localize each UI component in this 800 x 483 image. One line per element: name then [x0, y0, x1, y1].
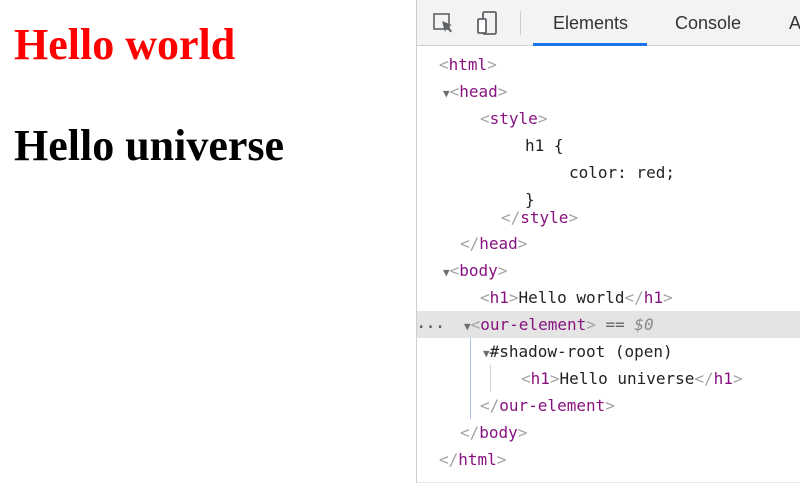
tag-our-element-open: <our-element>	[470, 315, 596, 334]
tree-row-style-close[interactable]: </style>	[417, 204, 800, 231]
tag-html-open: <html>	[439, 55, 497, 74]
tag-shadow-h1-close: </h1>	[694, 369, 743, 388]
shadow-root-label: #shadow-root (open)	[489, 342, 673, 361]
tree-row-body-close[interactable]: </body>	[417, 419, 800, 446]
tree-row-css-declaration[interactable]: color: red;	[417, 159, 800, 186]
heading-hello-universe: Hello universe	[14, 121, 285, 170]
expand-triangle-icon[interactable]: ▼	[443, 87, 450, 100]
tree-row-html[interactable]: <html>	[417, 51, 800, 78]
css-declaration: color: red;	[569, 163, 675, 182]
tree-row-head-close[interactable]: </head>	[417, 230, 800, 257]
expand-triangle-icon[interactable]: ▼	[464, 320, 471, 333]
selected-node-marker: == $0	[605, 315, 654, 334]
css-selector: h1 {	[525, 136, 564, 155]
expand-triangle-icon[interactable]: ▼	[483, 347, 490, 360]
tree-row-our-element-selected[interactable]: ... ▼<our-element> == $0	[417, 311, 800, 338]
inspect-element-icon[interactable]	[430, 9, 458, 37]
tree-row-shadow-h1[interactable]: <h1>Hello universe</h1>	[417, 365, 800, 392]
shadow-h1-text: Hello universe	[559, 369, 695, 388]
tag-h1-close: </h1>	[624, 288, 673, 307]
tag-body-close: </body>	[460, 423, 528, 442]
h1-text: Hello world	[518, 288, 625, 307]
device-toolbar-icon[interactable]	[474, 9, 502, 37]
tag-our-element-close: </our-element>	[480, 396, 615, 415]
tree-row-css-selector[interactable]: h1 {	[417, 132, 800, 159]
tag-h1-open: <h1>	[480, 288, 519, 307]
more-actions-icon[interactable]: ...	[417, 311, 444, 338]
tree-row-shadow-root[interactable]: ▼#shadow-root (open)	[417, 338, 800, 365]
devtools-panel: Elements Console A <html> ▼<head> <style…	[416, 0, 800, 483]
tag-html-close: </html>	[439, 450, 507, 469]
tree-row-head[interactable]: ▼<head>	[417, 78, 800, 105]
tag-head-close: </head>	[460, 234, 528, 253]
tag-head-open: <head>	[449, 82, 508, 101]
elements-tree: <html> ▼<head> <style> h1 { color: red; …	[417, 46, 800, 483]
tab-elements[interactable]: Elements	[532, 0, 648, 46]
devtools-toolbar: Elements Console A	[417, 0, 800, 46]
tree-row-h1[interactable]: <h1>Hello world</h1>	[417, 284, 800, 311]
tree-row-html-close[interactable]: </html>	[417, 446, 800, 473]
tab-overflow[interactable]: A	[789, 0, 800, 46]
tag-body-open: <body>	[449, 261, 508, 280]
tree-row-style[interactable]: <style>	[417, 105, 800, 132]
tag-style-close: </style>	[501, 208, 579, 227]
expand-triangle-icon[interactable]: ▼	[443, 266, 450, 279]
tag-style-open: <style>	[480, 109, 548, 128]
tab-console[interactable]: Console	[675, 0, 741, 46]
tree-row-our-element-close[interactable]: </our-element>	[417, 392, 800, 419]
tag-shadow-h1-open: <h1>	[521, 369, 560, 388]
toolbar-divider	[520, 11, 521, 35]
heading-hello-world: Hello world	[14, 20, 236, 69]
tree-row-body[interactable]: ▼<body>	[417, 257, 800, 284]
page-viewport: Hello world Hello universe	[0, 0, 416, 483]
